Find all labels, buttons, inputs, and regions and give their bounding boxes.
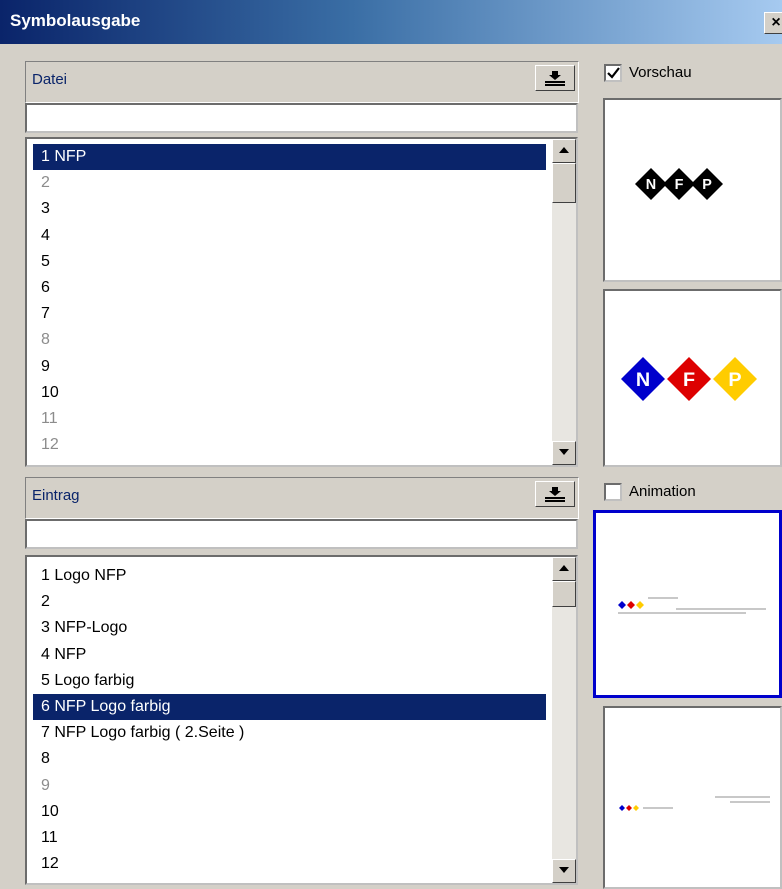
page-thumbnail-1 bbox=[618, 597, 766, 614]
preview-mono-logo[interactable]: NFP bbox=[603, 98, 782, 282]
datei-label: Datei bbox=[32, 71, 68, 88]
preview-page-1[interactable] bbox=[593, 510, 782, 698]
page-thumbnail-2 bbox=[619, 796, 770, 811]
scroll-up-button[interactable] bbox=[552, 557, 576, 581]
datei-list-item[interactable]: 12 bbox=[33, 432, 546, 458]
eintrag-header: Eintrag bbox=[25, 477, 579, 519]
datei-list-item[interactable]: 3 bbox=[33, 196, 546, 222]
close-icon: × bbox=[771, 14, 781, 31]
eintrag-list-item[interactable]: 8 bbox=[33, 746, 546, 772]
datei-list-item[interactable]: 7 bbox=[33, 301, 546, 327]
scroll-thumb[interactable] bbox=[552, 581, 576, 607]
eintrag-list-item[interactable]: 9 bbox=[33, 773, 546, 799]
eintrag-list-item[interactable]: 11 bbox=[33, 825, 546, 851]
eintrag-list-item[interactable]: 7 NFP Logo farbig ( 2.Seite ) bbox=[33, 720, 546, 746]
datei-list-item[interactable]: 2 bbox=[33, 170, 546, 196]
animation-checkbox[interactable] bbox=[604, 483, 622, 501]
eintrag-scrollbar[interactable] bbox=[552, 557, 576, 883]
preview-page-2[interactable] bbox=[603, 706, 782, 889]
datei-list-item[interactable]: 8 bbox=[33, 327, 546, 353]
logo-diamond-f: F bbox=[663, 168, 695, 200]
scroll-thumb[interactable] bbox=[552, 163, 576, 203]
nfp-logo-color: NFP bbox=[621, 357, 757, 401]
logo-diamond-f: F bbox=[667, 357, 711, 401]
datei-list-item[interactable]: 11 bbox=[33, 406, 546, 432]
datei-list-item[interactable]: 9 bbox=[33, 354, 546, 380]
window-title: Symbolausgabe bbox=[10, 11, 141, 30]
datei-list-item[interactable]: 10 bbox=[33, 380, 546, 406]
animation-label: Animation bbox=[629, 483, 696, 500]
eintrag-list-item[interactable]: 10 bbox=[33, 799, 546, 825]
logo-diamond-n: N bbox=[621, 357, 665, 401]
eintrag-download-button[interactable] bbox=[535, 481, 575, 507]
datei-input[interactable] bbox=[25, 103, 578, 133]
eintrag-list-item[interactable]: 4 NFP bbox=[33, 642, 546, 668]
eintrag-list-item[interactable]: 12 bbox=[33, 851, 546, 877]
arrow-down-icon bbox=[559, 867, 569, 873]
datei-list-item[interactable]: 6 bbox=[33, 275, 546, 301]
nfp-logo-mono: NFP bbox=[635, 168, 723, 200]
logo-letter: P bbox=[702, 177, 712, 193]
datei-list-item[interactable]: 5 bbox=[33, 249, 546, 275]
vorschau-label: Vorschau bbox=[629, 64, 692, 81]
preview-color-logo[interactable]: NFP bbox=[603, 289, 782, 467]
datei-list-item[interactable]: 1 NFP bbox=[33, 144, 546, 171]
checkmark-icon bbox=[607, 67, 620, 79]
eintrag-list-item[interactable]: 6 NFP Logo farbig bbox=[33, 693, 546, 721]
logo-letter: P bbox=[728, 369, 741, 391]
scroll-down-button[interactable] bbox=[552, 441, 576, 465]
eintrag-input[interactable] bbox=[25, 519, 578, 549]
eintrag-list[interactable]: 1 Logo NFP 2 3 NFP-Logo 4 NFP 5 Logo farbig 6… bbox=[25, 555, 578, 885]
vorschau-checkbox[interactable] bbox=[604, 64, 622, 82]
datei-download-button[interactable] bbox=[535, 65, 575, 91]
logo-diamond-p: P bbox=[713, 357, 757, 401]
eintrag-list-item[interactable]: 1 Logo NFP bbox=[33, 563, 546, 589]
title-bar: Symbolausgabe × bbox=[0, 0, 782, 44]
logo-letter: F bbox=[683, 369, 695, 391]
datei-list-item[interactable]: 4 bbox=[33, 223, 546, 249]
scroll-down-button[interactable] bbox=[552, 859, 576, 883]
eintrag-list-item[interactable]: 3 NFP-Logo bbox=[33, 615, 546, 641]
arrow-up-icon bbox=[559, 565, 569, 571]
logo-diamond-n: N bbox=[635, 168, 667, 200]
logo-diamond-p: P bbox=[691, 168, 723, 200]
eintrag-list-item[interactable]: 5 Logo farbig bbox=[33, 668, 546, 694]
datei-header: Datei bbox=[25, 61, 579, 103]
logo-letter: N bbox=[636, 369, 650, 391]
datei-scrollbar[interactable] bbox=[552, 139, 576, 465]
logo-letter: N bbox=[646, 177, 656, 193]
download-icon bbox=[545, 71, 565, 86]
download-icon bbox=[545, 487, 565, 502]
close-button[interactable]: × bbox=[764, 12, 782, 34]
eintrag-list-item[interactable]: 2 bbox=[33, 589, 546, 615]
arrow-up-icon bbox=[559, 147, 569, 153]
scroll-up-button[interactable] bbox=[552, 139, 576, 163]
datei-list[interactable]: 1 NFP 2 3 4 5 6 7 8 9 10 11 12 bbox=[25, 137, 578, 467]
logo-letter: F bbox=[675, 177, 684, 193]
eintrag-label: Eintrag bbox=[32, 487, 80, 504]
arrow-down-icon bbox=[559, 449, 569, 455]
